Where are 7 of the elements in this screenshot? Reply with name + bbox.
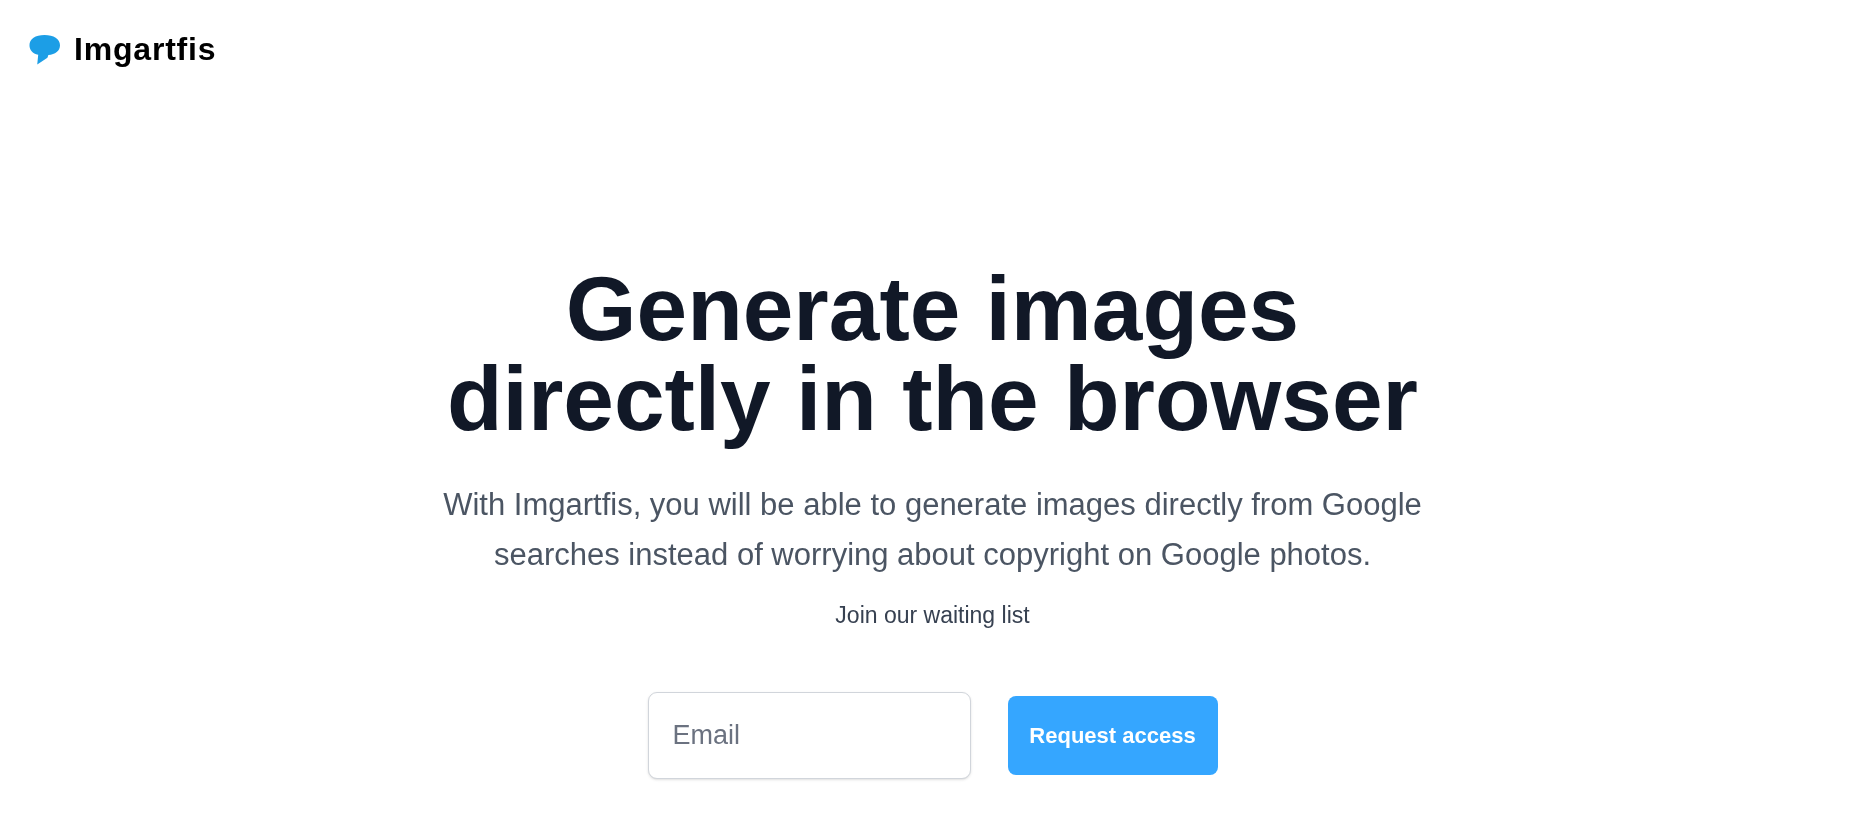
hero-description: With Imgartfis, you will be able to generate images directly from Google searches instead of worrying about copyright on Google photos. [442,486,1423,574]
hero-heading: Generate images directly in the browser [446,260,1419,451]
email-field[interactable]: Email [647,692,971,779]
waitlist-label: Join our waiting list [835,601,1030,630]
request-access-button[interactable]: Request access [1007,696,1218,775]
speech-bubble-icon [29,33,60,65]
brand-name: Imgartfis [74,31,217,67]
